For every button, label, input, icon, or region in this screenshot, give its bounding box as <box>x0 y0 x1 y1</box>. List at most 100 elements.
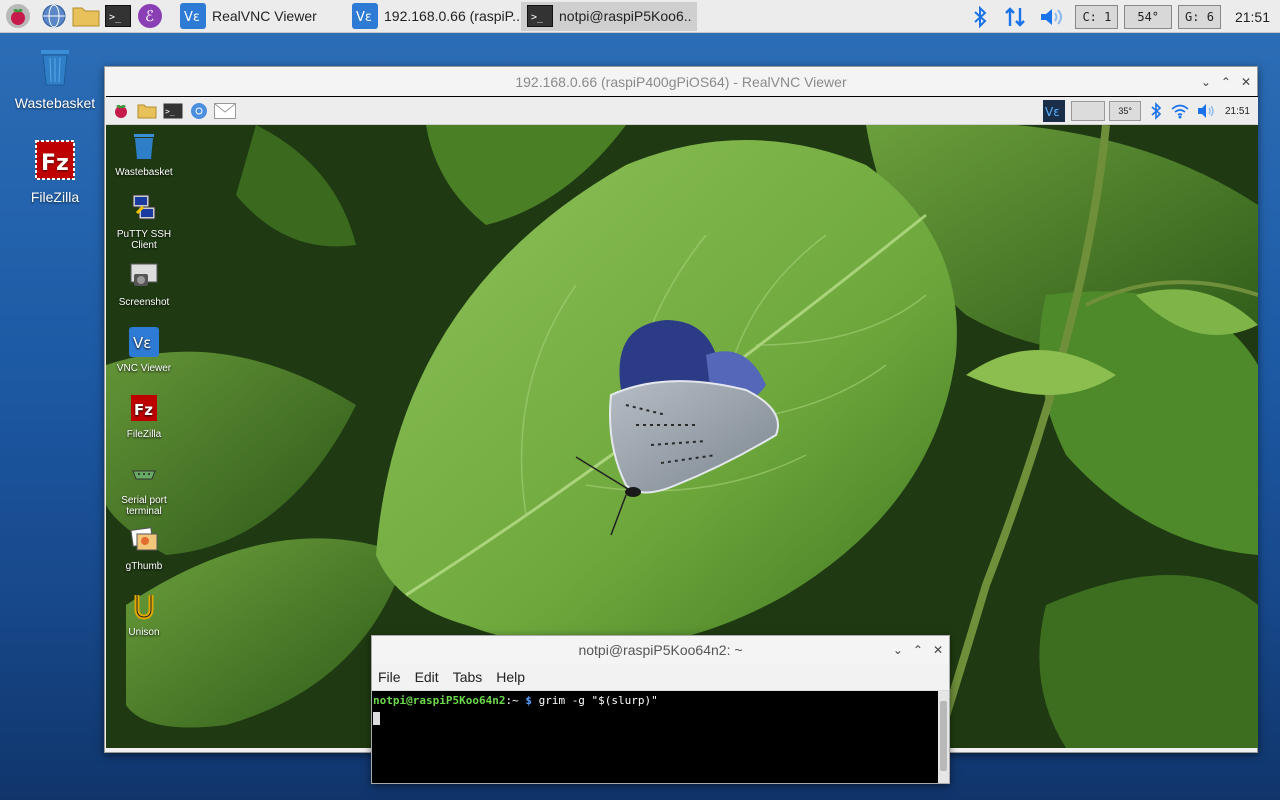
menu-file[interactable]: File <box>378 669 401 685</box>
unison-icon <box>134 595 154 620</box>
remote-icon-label: Serial port terminal <box>121 495 167 517</box>
file-manager-icon[interactable] <box>72 2 100 30</box>
mail-icon[interactable] <box>214 100 236 122</box>
clock[interactable]: 21:51 <box>1235 9 1270 25</box>
terminal-line: notpi@raspiP5Koo64n2:~ $ grim -g "$(slur… <box>373 694 938 707</box>
filezilla-icon: Fz <box>35 140 75 180</box>
task-terminal[interactable]: >_ notpi@raspiP5Koo6.. <box>521 1 697 31</box>
remote-icon-filezilla[interactable]: Fz FileZilla <box>106 393 182 440</box>
svg-text:Vε: Vε <box>133 334 151 352</box>
realvnc-icon: Vε <box>180 3 206 29</box>
remote-icon-label: gThumb <box>125 561 163 572</box>
bluetooth-icon[interactable] <box>969 5 991 29</box>
network-icon[interactable] <box>1003 5 1027 29</box>
svg-text:>_: >_ <box>109 12 122 23</box>
prompt-dir: :~ <box>505 694 519 707</box>
window-title: notpi@raspiP5Koo64n2: ~ <box>578 642 743 658</box>
svg-text:ℰ: ℰ <box>145 7 154 25</box>
terminal-titlebar[interactable]: notpi@raspiP5Koo64n2: ~ ⌄ ⌃ ✕ <box>372 636 949 664</box>
menu-help[interactable]: Help <box>496 669 525 685</box>
prompt-user: notpi@raspiP5Koo64n2 <box>373 694 506 707</box>
temperature-monitor[interactable]: 54° <box>1124 4 1173 29</box>
window-title: 192.168.0.66 (raspiP400gPiOS64) - RealVN… <box>515 73 847 90</box>
gpu-monitor[interactable]: G: 6 <box>1178 4 1221 29</box>
temperature-monitor[interactable]: 35° <box>1109 101 1141 121</box>
putty-icon <box>132 194 156 220</box>
taskbar: >_ ℰ Vε RealVNC Viewer Vε 192.168.0.66 (… <box>0 0 1280 33</box>
realvnc-icon: Vε <box>352 3 378 29</box>
terminal-icon[interactable]: >_ <box>104 2 132 30</box>
remote-icon-label: Unison <box>128 627 160 638</box>
remote-icon-label: FileZilla <box>126 429 162 440</box>
menu-tabs[interactable]: Tabs <box>453 669 483 685</box>
command-text: grim -g "$(slurp)" <box>531 694 658 707</box>
remote-icon-wastebasket[interactable]: Wastebasket <box>106 131 182 178</box>
svg-text:Fz: Fz <box>41 151 69 176</box>
svg-text:>_: >_ <box>165 107 175 116</box>
web-browser-icon[interactable] <box>40 2 68 30</box>
terminal-icon: >_ <box>527 5 553 27</box>
cpu-monitor[interactable] <box>1071 101 1106 121</box>
system-tray: C: 1 54° G: 6 21:51 <box>969 0 1280 33</box>
minimize-icon[interactable]: ⌄ <box>893 643 903 657</box>
gthumb-icon <box>130 527 158 551</box>
remote-icon-vnc-viewer[interactable]: Vε VNC Viewer <box>106 327 182 374</box>
window-controls: ⌄ ⌃ ✕ <box>1201 67 1251 96</box>
vnc-titlebar[interactable]: 192.168.0.66 (raspiP400gPiOS64) - RealVN… <box>105 67 1257 96</box>
task-realvnc-viewer[interactable]: Vε RealVNC Viewer <box>174 2 346 31</box>
terminal-menubar: File Edit Tabs Help <box>372 664 949 691</box>
svg-text:Fz: Fz <box>134 401 153 419</box>
trash-icon <box>134 134 154 159</box>
remote-icon-serial-terminal[interactable]: Serial port terminal <box>106 459 182 517</box>
raspberry-menu-icon[interactable] <box>110 100 132 122</box>
remote-taskbar: >_ Vε 35° 21:51 <box>106 96 1258 125</box>
raspberry-menu-icon[interactable] <box>4 2 32 30</box>
prompt-symbol: $ <box>518 694 532 707</box>
close-icon[interactable]: ✕ <box>933 643 943 657</box>
realvnc-icon: Vε <box>129 327 159 357</box>
remote-icon-label: VNC Viewer <box>116 363 172 374</box>
desktop-icon-filezilla[interactable]: Fz FileZilla <box>5 138 105 205</box>
scrollbar-thumb[interactable] <box>940 701 947 771</box>
remote-icon-unison[interactable]: Unison <box>106 591 182 638</box>
volume-icon[interactable] <box>1039 6 1065 28</box>
volume-icon[interactable] <box>1197 103 1215 119</box>
menu-edit[interactable]: Edit <box>415 669 439 685</box>
terminal-window: notpi@raspiP5Koo64n2: ~ ⌄ ⌃ ✕ File Edit … <box>371 635 950 784</box>
remote-icon-gthumb[interactable]: gThumb <box>106 525 182 572</box>
maximize-icon[interactable]: ⌃ <box>1221 75 1231 89</box>
maximize-icon[interactable]: ⌃ <box>913 643 923 657</box>
cpu-monitor[interactable]: C: 1 <box>1075 4 1119 29</box>
wifi-icon[interactable] <box>1171 103 1189 119</box>
task-label: 192.168.0.66 (raspiP.. <box>384 8 520 24</box>
filezilla-icon: Fz <box>131 395 157 421</box>
svg-text:Vε: Vε <box>356 10 372 25</box>
desktop-icon-wastebasket[interactable]: Wastebasket <box>5 44 105 111</box>
desktop-icon-label: FileZilla <box>30 189 80 205</box>
task-label: notpi@raspiP5Koo6.. <box>559 8 692 24</box>
terminal-output[interactable]: notpi@raspiP5Koo64n2:~ $ grim -g "$(slur… <box>372 691 939 783</box>
chromium-icon[interactable] <box>188 100 210 122</box>
clock[interactable]: 21:51 <box>1225 106 1250 117</box>
window-controls: ⌄ ⌃ ✕ <box>893 636 943 664</box>
bluetooth-icon[interactable] <box>1149 102 1163 120</box>
desktop-icon-label: Wastebasket <box>14 95 96 111</box>
trash-icon <box>41 50 69 86</box>
minimize-icon[interactable]: ⌄ <box>1201 75 1211 89</box>
realvnc-icon[interactable]: Vε <box>1043 100 1066 122</box>
remote-icon-putty[interactable]: PuTTY SSH Client <box>106 193 182 251</box>
task-vnc-connection[interactable]: Vε 192.168.0.66 (raspiP.. <box>346 2 521 31</box>
remote-icon-label: Wastebasket <box>115 167 173 178</box>
close-icon[interactable]: ✕ <box>1241 75 1251 89</box>
svg-text:Vε: Vε <box>1045 105 1060 119</box>
remote-icon-screenshot[interactable]: Screenshot <box>106 261 182 308</box>
terminal-icon[interactable]: >_ <box>162 100 184 122</box>
terminal-scrollbar[interactable] <box>938 691 949 783</box>
task-label: RealVNC Viewer <box>212 8 317 24</box>
remote-icon-label: PuTTY SSH Client <box>116 229 172 251</box>
text-cursor <box>373 711 380 725</box>
mathematica-icon[interactable]: ℰ <box>136 2 164 30</box>
svg-text:>_: >_ <box>531 12 544 23</box>
file-manager-icon[interactable] <box>136 100 158 122</box>
remote-system-tray: Vε 35° 21:51 <box>1043 97 1258 125</box>
